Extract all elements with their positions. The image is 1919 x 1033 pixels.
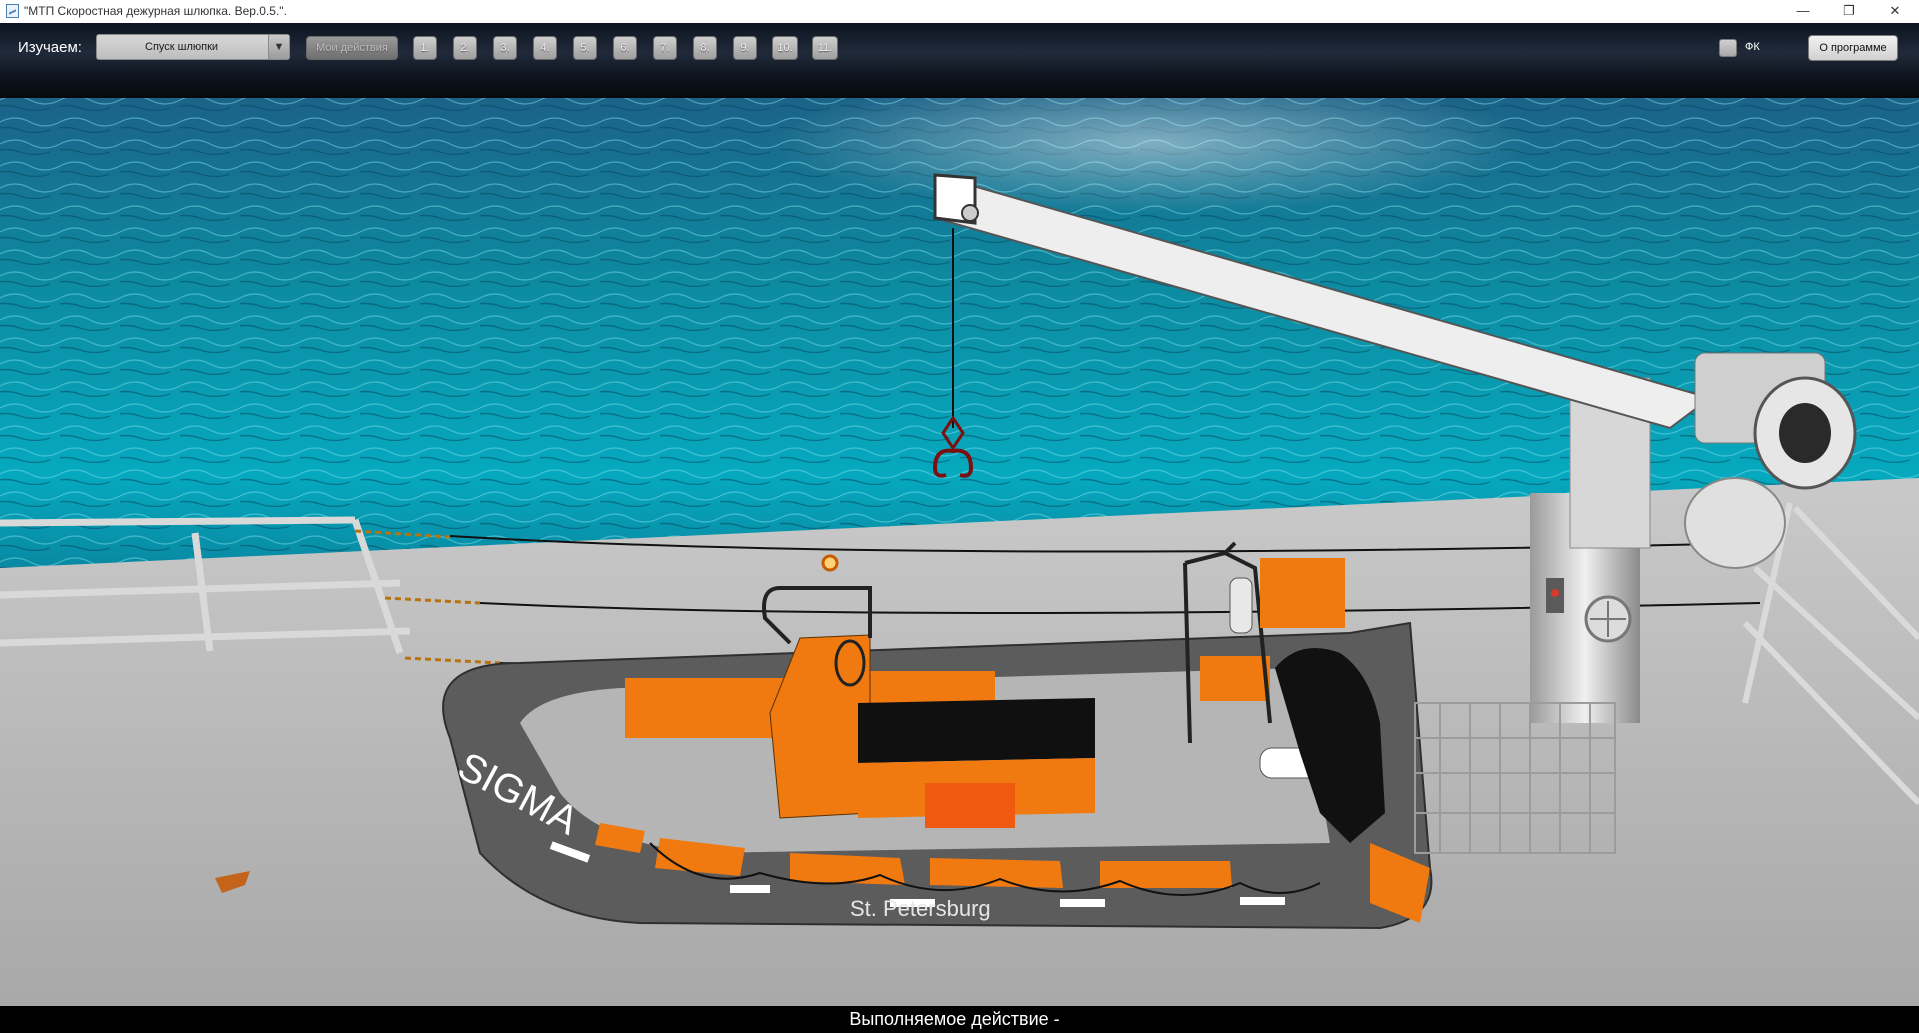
- simulation-viewport[interactable]: SIGMA St. Petersburg: [0, 23, 1919, 1009]
- boom-sheave: [961, 204, 979, 222]
- step-button-9[interactable]: 9.: [733, 36, 757, 60]
- window-titlebar: "МТП Скоростная дежурная шлюпка. Вер.0.5…: [0, 0, 1919, 24]
- fire-extinguisher: [1229, 577, 1253, 634]
- winch-motor: [1684, 477, 1786, 569]
- step-button-10[interactable]: 10.: [772, 36, 798, 60]
- app-icon: [6, 4, 19, 18]
- boat-port-label: St. Petersburg: [850, 896, 991, 921]
- arch-canopy: [1260, 558, 1345, 628]
- step-button-11[interactable]: 11.: [812, 36, 838, 60]
- window-title: "МТП Скоростная дежурная шлюпка. Вер.0.5…: [24, 4, 287, 18]
- jockey-seat: [858, 698, 1095, 763]
- about-button[interactable]: О программе: [1808, 35, 1898, 61]
- minimize-button[interactable]: —: [1780, 0, 1826, 23]
- step-button-7[interactable]: 7.: [653, 36, 677, 60]
- study-label: Изучаем:: [18, 39, 82, 56]
- step-button-5[interactable]: 5.: [573, 36, 597, 60]
- chevron-down-icon[interactable]: ▼: [268, 35, 289, 59]
- step-button-8[interactable]: 8.: [693, 36, 717, 60]
- step-button-1[interactable]: 1.: [413, 36, 437, 60]
- fk-label: ФК: [1745, 41, 1760, 53]
- step-button-4[interactable]: 4.: [533, 36, 557, 60]
- status-bar: Выполняемое действие -: [0, 1006, 1919, 1033]
- current-action-text: Выполняемое действие -: [849, 1009, 1060, 1029]
- maximize-button[interactable]: ❐: [1826, 0, 1872, 23]
- step-button-6[interactable]: 6.: [613, 36, 637, 60]
- navigation-light: [821, 554, 839, 572]
- close-button[interactable]: ✕: [1872, 0, 1918, 23]
- study-select[interactable]: Спуск шлюпки ▼: [96, 34, 290, 60]
- step-button-2[interactable]: 2.: [453, 36, 477, 60]
- app-toolbar: Изучаем: Спуск шлюпки ▼ Мои действия 1. …: [0, 23, 1919, 98]
- fuel-tank: [925, 783, 1015, 828]
- fk-checkbox[interactable]: [1719, 39, 1737, 57]
- step-button-3[interactable]: 3.: [493, 36, 517, 60]
- scene-graphic: SIGMA St. Petersburg: [0, 73, 1919, 1009]
- study-select-value: Спуск шлюпки: [145, 41, 219, 53]
- my-actions-button[interactable]: Мои действия: [306, 36, 398, 60]
